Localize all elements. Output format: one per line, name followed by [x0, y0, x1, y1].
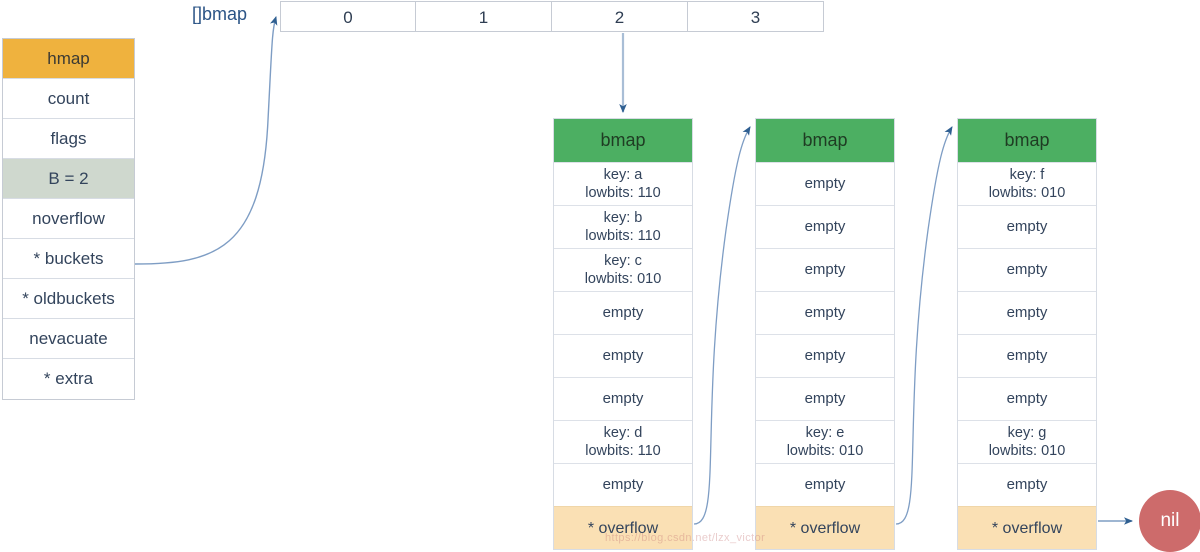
slot-key: empty — [602, 347, 644, 364]
bmap-slot: empty — [554, 463, 692, 506]
bmap-slot: empty — [756, 162, 894, 205]
slot-lowbits: lowbits: 110 — [585, 443, 661, 459]
bucket-array-cell-0: 0 — [280, 1, 416, 32]
hmap-field-noverflow: noverflow — [3, 199, 134, 239]
slot-key: empty — [602, 390, 644, 407]
slot-key: key: g — [1007, 425, 1047, 441]
bmap-bucket-2: bmap key: f lowbits: 010 empty empty emp… — [957, 118, 1097, 550]
slot-lowbits: lowbits: 110 — [585, 185, 661, 201]
slot-lowbits: lowbits: 110 — [585, 228, 661, 244]
bmap-slot: key: f lowbits: 010 — [958, 162, 1096, 205]
slot-key: empty — [804, 218, 846, 235]
slot-key: empty — [1006, 218, 1048, 235]
bucket-array-label: []bmap — [192, 4, 248, 24]
slot-key: empty — [1006, 261, 1048, 278]
diagram-canvas: hmap count flags B = 2 noverflow * bucke… — [0, 0, 1200, 552]
hmap-field-nevacuate: nevacuate — [3, 319, 134, 359]
bucket-array: 0 1 2 3 — [280, 1, 824, 32]
slot-key: key: c — [604, 253, 642, 269]
slot-key: key: f — [1009, 167, 1045, 183]
watermark: https://blog.csdn.net/lzx_victor — [605, 532, 766, 544]
hmap-field-extra: * extra — [3, 359, 134, 399]
bmap-slot: key: d lowbits: 110 — [554, 420, 692, 463]
bmap-slot: key: b lowbits: 110 — [554, 205, 692, 248]
hmap-field-flags: flags — [3, 119, 134, 159]
slot-key: key: e — [805, 425, 845, 441]
hmap-field-buckets: * buckets — [3, 239, 134, 279]
slot-lowbits: lowbits: 010 — [988, 185, 1066, 201]
wire-buckets-to-array — [134, 16, 278, 265]
bucket-array-cell-1: 1 — [416, 1, 552, 32]
hmap-struct: hmap count flags B = 2 noverflow * bucke… — [2, 38, 135, 400]
bmap-slot: empty — [756, 334, 894, 377]
bmap-slot: key: c lowbits: 010 — [554, 248, 692, 291]
bmap-overflow-2: * overflow — [958, 506, 1096, 549]
hmap-field-oldbuckets: * oldbuckets — [3, 279, 134, 319]
bmap-slot: empty — [958, 463, 1096, 506]
bmap-header-0: bmap — [554, 119, 692, 162]
slot-key: empty — [804, 476, 846, 493]
bmap-slot: empty — [554, 291, 692, 334]
slot-key: empty — [804, 347, 846, 364]
bmap-slot: empty — [554, 377, 692, 420]
slot-key: key: a — [603, 167, 643, 183]
hmap-field-count: count — [3, 79, 134, 119]
slot-lowbits: lowbits: 010 — [584, 271, 662, 287]
slot-key: empty — [804, 261, 846, 278]
slot-key: empty — [602, 476, 644, 493]
bmap-bucket-1: bmap empty empty empty empty empty empty… — [755, 118, 895, 550]
wire-overflow1-to-bucket2 — [895, 126, 953, 525]
slot-key: empty — [804, 304, 846, 321]
hmap-field-b: B = 2 — [3, 159, 134, 199]
bmap-header-1: bmap — [756, 119, 894, 162]
hmap-header: hmap — [3, 39, 134, 79]
bmap-header-2: bmap — [958, 119, 1096, 162]
bmap-slot: key: e lowbits: 010 — [756, 420, 894, 463]
bmap-slot: empty — [756, 463, 894, 506]
bmap-slot: empty — [958, 334, 1096, 377]
slot-lowbits: lowbits: 010 — [988, 443, 1066, 459]
nil-terminator: nil — [1139, 490, 1200, 552]
bmap-slot: empty — [756, 248, 894, 291]
bmap-slot: empty — [958, 291, 1096, 334]
bmap-slot: empty — [958, 205, 1096, 248]
bmap-slot: empty — [756, 205, 894, 248]
slot-key: empty — [1006, 347, 1048, 364]
bmap-slot: empty — [756, 291, 894, 334]
slot-key: empty — [602, 304, 644, 321]
slot-key: empty — [1006, 476, 1048, 493]
slot-key: empty — [804, 175, 846, 192]
slot-key: key: b — [603, 210, 643, 226]
slot-key: empty — [1006, 390, 1048, 407]
slot-key: key: d — [603, 425, 643, 441]
wire-overflow0-to-bucket1 — [693, 126, 751, 525]
bmap-slot: empty — [958, 248, 1096, 291]
bmap-slot: key: a lowbits: 110 — [554, 162, 692, 205]
bmap-slot: empty — [958, 377, 1096, 420]
bmap-bucket-0: bmap key: a lowbits: 110 key: b lowbits:… — [553, 118, 693, 550]
bucket-array-cell-2: 2 — [552, 1, 688, 32]
bmap-slot: empty — [756, 377, 894, 420]
bmap-slot: empty — [554, 334, 692, 377]
bmap-slot: key: g lowbits: 010 — [958, 420, 1096, 463]
bmap-overflow-1: * overflow — [756, 506, 894, 549]
slot-lowbits: lowbits: 010 — [786, 443, 864, 459]
bucket-array-cell-3: 3 — [688, 1, 824, 32]
slot-key: empty — [1006, 304, 1048, 321]
slot-key: empty — [804, 390, 846, 407]
